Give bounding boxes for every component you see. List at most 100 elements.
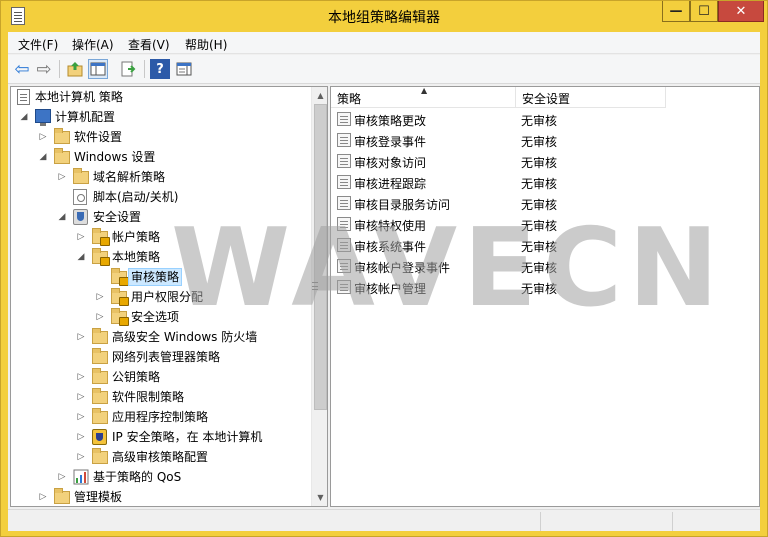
list-item[interactable]: 审核目录服务访问 无审核 xyxy=(331,193,759,214)
list-item[interactable]: 审核帐户管理 无审核 xyxy=(331,277,759,298)
expand-arrow-icon[interactable]: ▷ xyxy=(76,230,86,244)
tree-item-windows-firewall[interactable]: ▷ 高级安全 Windows 防火墙 xyxy=(11,327,311,347)
details-pane[interactable]: 策略 ▲ 安全设置 审核策略更改 无审核 审核登录事件 无审核 审核对象访问 无… xyxy=(330,86,760,507)
expand-arrow-icon[interactable]: ▷ xyxy=(95,310,105,324)
tree-scrollbar[interactable]: ▲ ▼ xyxy=(311,87,327,506)
tree-item-label: 域名解析策略 xyxy=(93,170,166,184)
maximize-button[interactable]: ☐ xyxy=(690,1,718,22)
scroll-up-icon[interactable]: ▲ xyxy=(312,87,327,104)
expand-arrow-icon[interactable]: ▷ xyxy=(76,390,86,404)
up-folder-icon[interactable] xyxy=(65,59,85,79)
list-item-value: 无审核 xyxy=(521,219,558,233)
menu-action[interactable]: 操作(A) xyxy=(72,36,114,53)
tree-item-label: 软件限制策略 xyxy=(112,390,185,404)
tree-item-label: 安全选项 xyxy=(131,310,180,324)
minimize-button[interactable]: — xyxy=(662,1,690,22)
tree-item-name-resolution-policy[interactable]: ▷ 域名解析策略 xyxy=(11,167,311,187)
tree-item-public-key-policies[interactable]: ▷ 公钥策略 xyxy=(11,367,311,387)
expand-arrow-icon[interactable]: ▷ xyxy=(95,290,105,304)
tree-item-local-computer-policy[interactable]: 本地计算机 策略 xyxy=(11,87,311,107)
list-item[interactable]: 审核帐户登录事件 无审核 xyxy=(331,256,759,277)
collapse-arrow-icon[interactable]: ◢ xyxy=(19,110,29,124)
tree-item-label: 基于策略的 QoS xyxy=(93,470,182,484)
expand-arrow-icon[interactable]: ▷ xyxy=(38,130,48,144)
list-item[interactable]: 审核进程跟踪 无审核 xyxy=(331,172,759,193)
tree-item-label: 用户权限分配 xyxy=(131,290,204,304)
expand-arrow-icon[interactable]: ▷ xyxy=(76,330,86,344)
show-hide-tree-icon[interactable] xyxy=(88,59,108,79)
list-item[interactable]: 审核系统事件 无审核 xyxy=(331,235,759,256)
expand-arrow-icon[interactable]: ▷ xyxy=(76,410,86,424)
tree-item-application-control[interactable]: ▷ 应用程序控制策略 xyxy=(11,407,311,427)
list-item-value: 无审核 xyxy=(521,135,558,149)
tree-item-scripts[interactable]: 脚本(启动/关机) xyxy=(11,187,311,207)
folder-icon xyxy=(54,128,70,144)
tree-item-ip-security[interactable]: ▷ IP 安全策略，在 本地计算机 xyxy=(11,427,311,447)
tree-item-policy-qos[interactable]: ▷ 基于策略的 QoS xyxy=(11,467,311,487)
tree-item-user-rights-assignment[interactable]: ▷ 用户权限分配 xyxy=(11,287,311,307)
tree-item-label: 安全设置 xyxy=(93,210,142,224)
tree-item-audit-policy[interactable]: 审核策略 xyxy=(11,267,311,287)
menu-bar: 文件(F) 操作(A) 查看(V) 帮助(H) xyxy=(8,32,760,54)
tree-item-label: 公钥策略 xyxy=(112,370,161,384)
folder-icon xyxy=(92,348,108,364)
locked-folder-icon xyxy=(92,228,110,246)
folder-icon xyxy=(92,328,108,344)
tree-item-software-restriction[interactable]: ▷ 软件限制策略 xyxy=(11,387,311,407)
list-item[interactable]: 审核策略更改 无审核 xyxy=(331,109,759,130)
list-item-value: 无审核 xyxy=(521,198,558,212)
list-item-name: 审核进程跟踪 xyxy=(354,177,427,191)
tree-item-label-selected: 审核策略 xyxy=(127,268,183,286)
tree-item-administrative-templates[interactable]: ▷ 管理模板 xyxy=(11,487,311,506)
folder-icon xyxy=(92,368,108,384)
collapse-arrow-icon[interactable]: ◢ xyxy=(38,150,48,164)
tree-item-network-list-manager[interactable]: 网络列表管理器策略 xyxy=(11,347,311,367)
expand-arrow-icon[interactable]: ▷ xyxy=(57,470,67,484)
menu-file[interactable]: 文件(F) xyxy=(18,36,58,53)
menu-help[interactable]: 帮助(H) xyxy=(185,36,227,53)
splitter-grip-icon[interactable] xyxy=(312,282,318,290)
scroll-down-icon[interactable]: ▼ xyxy=(312,489,327,506)
script-icon xyxy=(73,189,87,205)
tree-item-security-options[interactable]: ▷ 安全选项 xyxy=(11,307,311,327)
tree-item-label: 高级安全 Windows 防火墙 xyxy=(112,330,258,344)
list-item[interactable]: 审核登录事件 无审核 xyxy=(331,130,759,151)
menu-view[interactable]: 查看(V) xyxy=(128,36,170,53)
tree-item-label: 高级审核策略配置 xyxy=(112,450,209,464)
expand-arrow-icon[interactable]: ▷ xyxy=(38,490,48,504)
tree-item-advanced-audit[interactable]: ▷ 高级审核策略配置 xyxy=(11,447,311,467)
close-button[interactable]: ✕ xyxy=(718,1,764,22)
properties-pane-icon[interactable] xyxy=(174,59,194,79)
tree-item-account-policies[interactable]: ▷ 帐户策略 xyxy=(11,227,311,247)
column-header-setting[interactable]: 安全设置 xyxy=(516,87,666,108)
tree-item-software-settings[interactable]: ▷ 软件设置 xyxy=(11,127,311,147)
status-cell xyxy=(540,512,672,531)
tree-item-windows-settings[interactable]: ◢ Windows 设置 xyxy=(11,147,311,167)
tree-item-security-settings[interactable]: ◢ 安全设置 xyxy=(11,207,311,227)
expand-arrow-icon[interactable]: ▷ xyxy=(57,170,67,184)
expand-arrow-icon[interactable]: ▷ xyxy=(76,450,86,464)
column-header-policy[interactable]: 策略 ▲ xyxy=(331,87,516,108)
collapse-arrow-icon[interactable]: ◢ xyxy=(57,210,67,224)
list-item[interactable]: 审核对象访问 无审核 xyxy=(331,151,759,172)
list-item[interactable]: 审核特权使用 无审核 xyxy=(331,214,759,235)
expand-arrow-icon[interactable]: ▷ xyxy=(76,370,86,384)
policy-setting-icon xyxy=(337,196,351,210)
scroll-thumb[interactable] xyxy=(314,104,327,410)
console-tree[interactable]: 本地计算机 策略 ◢ 计算机配置 ▷ 软件设置 ◢ Windows 设置 ▷ 域… xyxy=(10,86,328,507)
tree-item-label: 软件设置 xyxy=(74,130,123,144)
title-bar[interactable]: 本地组策略编辑器 — ☐ ✕ xyxy=(1,1,767,32)
tree-item-computer-configuration[interactable]: ◢ 计算机配置 xyxy=(11,107,311,127)
export-list-icon[interactable] xyxy=(118,59,138,79)
tree-item-label: 应用程序控制策略 xyxy=(112,410,209,424)
list-item-value: 无审核 xyxy=(521,240,558,254)
list-item-name: 审核目录服务访问 xyxy=(354,198,451,212)
list-item-value: 无审核 xyxy=(521,114,558,128)
policy-setting-icon xyxy=(337,175,351,189)
expand-arrow-icon[interactable]: ▷ xyxy=(76,430,86,444)
collapse-arrow-icon[interactable]: ◢ xyxy=(76,250,86,264)
help-icon[interactable]: ? xyxy=(150,59,170,79)
tree-item-local-policies[interactable]: ◢ 本地策略 xyxy=(11,247,311,267)
forward-arrow-icon[interactable]: ⇨ xyxy=(34,59,54,80)
back-arrow-icon[interactable]: ⇦ xyxy=(12,59,32,80)
